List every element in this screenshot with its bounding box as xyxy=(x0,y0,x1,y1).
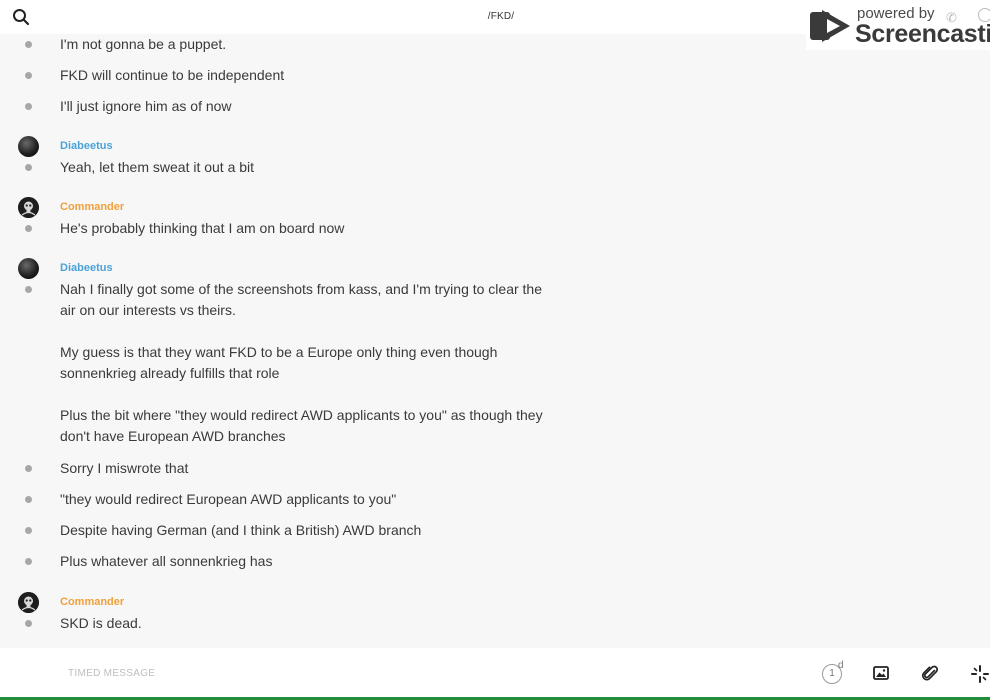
composer-bar: TIMED MESSAGE 1 d xyxy=(0,648,990,700)
avatar[interactable] xyxy=(18,592,39,613)
bullet xyxy=(25,465,32,472)
message-text: Yeah, let them sweat it out a bit xyxy=(60,159,255,175)
message-line: sonnenkrieg already fulfills that role xyxy=(60,365,280,381)
sparkle-icon[interactable] xyxy=(971,665,989,683)
message-text: He's probably thinking that I am on boar… xyxy=(60,220,345,236)
message-line: Nah I finally got some of the screenshot… xyxy=(60,281,543,297)
avatar[interactable] xyxy=(18,258,39,279)
bullet xyxy=(25,164,32,171)
message-input[interactable]: TIMED MESSAGE xyxy=(68,668,155,679)
message-line: Plus the bit where "they would redirect … xyxy=(60,407,543,423)
bullet xyxy=(25,496,32,503)
bullet xyxy=(25,620,32,627)
timer-unit: d xyxy=(838,660,844,671)
author-name[interactable]: Diabeetus xyxy=(60,262,113,274)
message-line: My guess is that they want FKD to be a E… xyxy=(60,344,498,360)
avatar[interactable] xyxy=(18,136,39,157)
bullet xyxy=(25,72,32,79)
paperclip-icon[interactable] xyxy=(922,665,940,683)
commander-avatar-icon xyxy=(18,197,39,218)
avatar[interactable] xyxy=(18,197,39,218)
message-line: air on our interests vs theirs. xyxy=(60,302,236,318)
author-name[interactable]: Commander xyxy=(60,201,124,213)
bullet xyxy=(25,41,32,48)
message-text: SKD is dead. xyxy=(60,615,142,631)
bullet xyxy=(25,103,32,110)
commander-avatar-icon xyxy=(18,592,39,613)
message-line: don't have European AWD branches xyxy=(60,428,286,444)
bullet xyxy=(25,286,32,293)
message-text: I'm not gonna be a puppet. xyxy=(60,36,227,52)
info-icon[interactable] xyxy=(978,8,990,22)
message-text: FKD will continue to be independent xyxy=(60,67,285,83)
message-feed: I'm not gonna be a puppet. FKD will cont… xyxy=(0,34,990,648)
bullet xyxy=(25,225,32,232)
image-icon[interactable] xyxy=(873,665,891,683)
author-name[interactable]: Commander xyxy=(60,596,124,608)
message-text: Sorry I miswrote that xyxy=(60,460,189,476)
bullet xyxy=(25,527,32,534)
message-text: Despite having German (and I think a Bri… xyxy=(60,522,422,538)
message-text: Plus whatever all sonnenkrieg has xyxy=(60,553,273,569)
message-text: "they would redirect European AWD applic… xyxy=(60,491,397,507)
phone-icon[interactable]: ✆ xyxy=(946,10,957,26)
message-text: I'll just ignore him as of now xyxy=(60,98,232,114)
author-name[interactable]: Diabeetus xyxy=(60,140,113,152)
bullet xyxy=(25,558,32,565)
